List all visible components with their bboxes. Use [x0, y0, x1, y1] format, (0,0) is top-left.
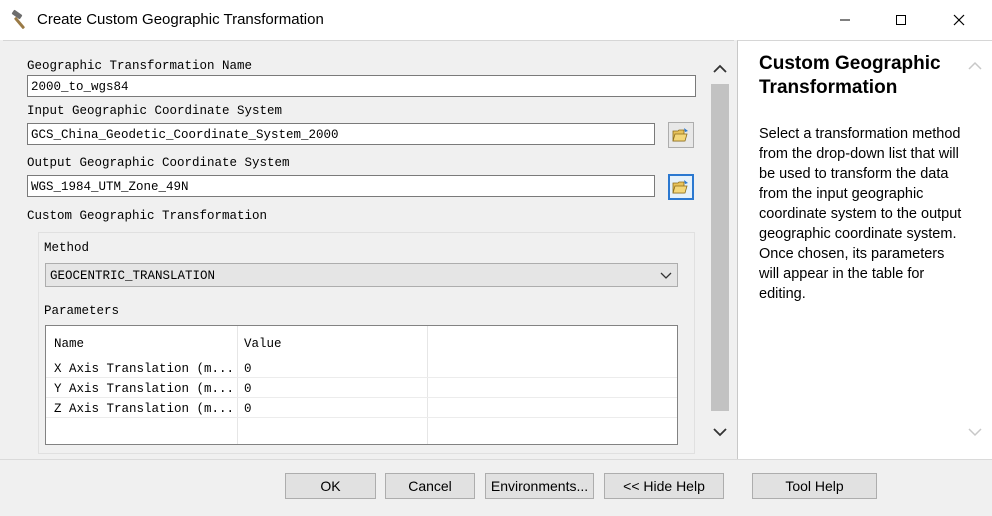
minimize-icon [840, 19, 850, 21]
ok-button[interactable]: OK [285, 473, 376, 499]
chevron-down-icon [713, 428, 727, 437]
table-row-name[interactable]: Y Axis Translation (m... [54, 382, 234, 396]
column-divider [237, 326, 238, 444]
table-row-value[interactable]: 0 [244, 382, 252, 396]
tool-help-button[interactable]: Tool Help [752, 473, 877, 499]
custom-transformation-label: Custom Geographic Transformation [27, 209, 268, 223]
close-button[interactable] [936, 0, 982, 40]
help-scroll-up-button[interactable] [964, 56, 986, 76]
input-gcs-label: Input Geographic Coordinate System [27, 104, 283, 118]
method-select[interactable]: GEOCENTRIC_TRANSLATION [45, 263, 678, 287]
hide-help-button[interactable]: << Hide Help [604, 473, 724, 499]
table-row-value[interactable]: 0 [244, 402, 252, 416]
output-gcs-browse-button[interactable] [668, 174, 694, 200]
help-body: Select a transformation method from the … [759, 126, 962, 302]
scroll-up-button[interactable] [709, 58, 731, 80]
column-divider [427, 326, 428, 444]
table-row-name[interactable]: Z Axis Translation (m... [54, 402, 234, 416]
environments-button[interactable]: Environments... [485, 473, 594, 499]
window-title: Create Custom Geographic Transformation [37, 11, 324, 28]
chevron-down-icon [968, 428, 982, 437]
method-label: Method [44, 241, 90, 255]
help-scroll-down-button[interactable] [964, 422, 986, 442]
table-row-value[interactable]: 0 [244, 362, 252, 376]
row-divider [46, 417, 677, 418]
input-gcs-input[interactable]: GCS_China_Geodetic_Coordinate_System_200… [27, 123, 655, 145]
chevron-down-icon [660, 272, 672, 279]
help-title: Custom Geographic Transformation [759, 53, 941, 98]
minimize-button[interactable] [822, 0, 868, 40]
table-row-name[interactable]: X Axis Translation (m... [54, 362, 234, 376]
chevron-up-icon [713, 64, 727, 73]
output-gcs-label: Output Geographic Coordinate System [27, 156, 290, 170]
input-gcs-value: GCS_China_Geodetic_Coordinate_System_200… [31, 128, 339, 142]
row-divider [46, 377, 677, 378]
folder-open-icon [672, 180, 688, 194]
name-input-value: 2000_to_wgs84 [31, 80, 129, 94]
output-gcs-input[interactable]: WGS_1984_UTM_Zone_49N [27, 175, 655, 197]
output-gcs-value: WGS_1984_UTM_Zone_49N [31, 180, 189, 194]
column-header-name[interactable]: Name [54, 337, 84, 351]
parameters-label: Parameters [44, 304, 120, 318]
name-input[interactable]: 2000_to_wgs84 [27, 75, 696, 97]
maximize-button[interactable] [878, 0, 924, 40]
folder-open-icon [672, 128, 688, 142]
method-select-value: GEOCENTRIC_TRANSLATION [50, 269, 216, 283]
parameters-table[interactable]: Name Value X Axis Translation (m... 0 Y … [45, 325, 678, 445]
cancel-button[interactable]: Cancel [385, 473, 475, 499]
column-header-value[interactable]: Value [244, 337, 282, 351]
scroll-down-button[interactable] [709, 421, 731, 443]
scrollbar-thumb[interactable] [711, 84, 729, 411]
name-label: Geographic Transformation Name [27, 59, 253, 73]
input-gcs-browse-button[interactable] [668, 122, 694, 148]
close-icon [953, 14, 965, 26]
row-divider [46, 397, 677, 398]
hammer-icon [10, 9, 32, 31]
maximize-icon [896, 15, 906, 25]
chevron-up-icon [968, 61, 982, 70]
